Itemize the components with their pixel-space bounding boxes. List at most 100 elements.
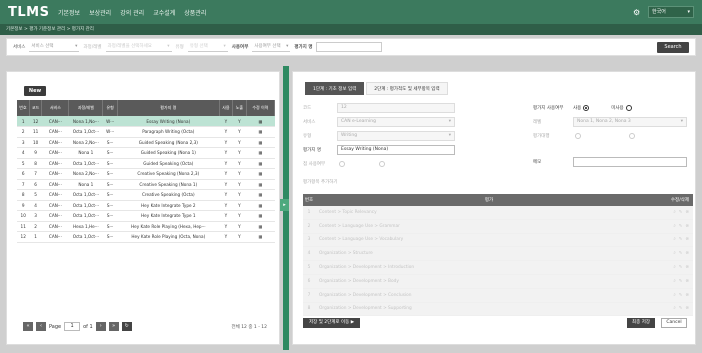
table-row[interactable]: 1 12 CAN··· Nona 1,No··· W··· Essay Writing (… (17, 116, 275, 127)
area-row: 6 Organization > Development > Body ⌕ ✎ ⊗ (303, 274, 693, 289)
table-cell: 2 (17, 126, 30, 138)
tab-basic-info[interactable]: 1단계 : 기초 정보 입력 (305, 82, 365, 95)
history-icon[interactable]: ▦ (246, 168, 275, 180)
table-cell: 10 (17, 210, 30, 222)
area-name: Organization > Development > Conclusion (319, 292, 412, 298)
table-row[interactable]: 2 11 CAN··· Octa 1,Oct··· W··· Paragraph Writ… (17, 126, 275, 138)
menu-item-basic-info[interactable]: 기본정보 (58, 8, 80, 17)
use-radio-yes[interactable] (583, 105, 590, 111)
column-header[interactable]: 노출 (232, 100, 247, 116)
top-menu: 기본정보 보상관리 강의 관리 교수설계 상품관리 (58, 8, 206, 17)
new-button[interactable]: New (24, 86, 46, 96)
table-cell: W··· (102, 116, 118, 127)
gear-icon[interactable]: ⚙ (633, 8, 642, 17)
next-page-button[interactable]: › (95, 322, 106, 331)
use-radio-no[interactable] (625, 105, 632, 111)
history-icon[interactable]: ▦ (246, 231, 275, 243)
menu-item-course[interactable]: 강의 관리 (120, 8, 144, 17)
menu-item-product[interactable]: 상품관리 (184, 8, 206, 17)
type-select[interactable]: 유형 선택 ▾ (187, 42, 228, 52)
name-search-input[interactable] (316, 42, 383, 52)
area-row: 5 Organization > Development > Introducti… (303, 261, 693, 275)
save-next-button[interactable]: 저장 및 2단계로 이동 ▶ (303, 318, 361, 328)
memo-input[interactable] (573, 157, 687, 167)
evaluation-areas-table: 번호 평가 수정/삭제 1 Content > Topic Relevancy ⌕ ✎… (303, 194, 693, 317)
expand-arrow-icon[interactable]: ▸ (280, 199, 289, 211)
area-number: 5 (307, 265, 311, 271)
table-cell: Y (232, 231, 247, 243)
table-cell: Y (219, 137, 233, 148)
column-header[interactable]: 서비스 (41, 100, 70, 116)
level-label: 과정/레벨 (83, 45, 102, 50)
area-row: 4 Organization > Structure ⌕ ✎ ⊗ (303, 247, 693, 262)
use-select[interactable]: 사용여부 선택 ▾ (252, 42, 291, 52)
table-row[interactable]: 12 1 CAN··· Octa 1,Oct··· S··· Hey Kate Role … (17, 231, 275, 243)
prev-page-button[interactable]: ‹ (36, 322, 46, 331)
table-row[interactable]: 9 4 CAN··· Octa 1,Oct··· S··· Hey Kate Integr… (17, 200, 275, 211)
table-cell: Y (232, 221, 247, 232)
table-cell: 4 (17, 147, 30, 159)
history-icon[interactable]: ▦ (246, 189, 275, 201)
column-header[interactable]: 코드 (29, 100, 43, 116)
first-page-button[interactable]: « (23, 322, 33, 331)
history-icon[interactable]: ▦ (246, 221, 275, 232)
column-header[interactable]: 수정 이력 (246, 100, 276, 116)
app-logo[interactable]: TLMS (8, 5, 58, 20)
table-cell: S··· (102, 168, 118, 180)
level-select[interactable]: 과정/레벨을 선택하세요 ▾ (105, 42, 172, 52)
table-row[interactable]: 3 10 CAN··· Nona 2,No··· S··· Guided Speaking… (17, 137, 275, 148)
table-row[interactable]: 6 7 CAN··· Nona 2,No··· S··· Creative Speakin… (17, 168, 275, 180)
column-header[interactable]: 과정/레벨 (68, 100, 104, 116)
area-number: 7 (307, 292, 311, 298)
table-row[interactable]: 7 6 CAN··· Nona 1 S··· Creative Speaking (Non… (17, 179, 275, 190)
table-cell: Creative Speaking (Nona 2,3) (117, 168, 220, 180)
table-row[interactable]: 4 9 CAN··· Nona 1 S··· Guided Speaking (Nona … (17, 147, 275, 159)
table-cell: Guided Speaking (Nona 2,3) (117, 137, 220, 148)
level-field: Nona 1, Nona 2, Nona 3 ▾ (573, 117, 687, 127)
table-row[interactable]: 5 8 CAN··· Octa 1,Oct··· S··· Guided Speaking… (17, 158, 275, 169)
page-input[interactable]: 1 (64, 322, 81, 331)
column-header[interactable]: 평가지 명 (117, 100, 220, 116)
cancel-button[interactable]: Cancel (661, 318, 687, 328)
delete-icon: ⊗ (685, 292, 689, 298)
use-label: 사용여부 (231, 45, 249, 50)
menu-item-reward[interactable]: 보상관리 (89, 8, 111, 17)
history-icon[interactable]: ▦ (246, 126, 275, 138)
column-header[interactable]: 번호 (17, 100, 30, 116)
final-save-button[interactable]: 최종 저장 (627, 318, 655, 328)
column-header[interactable]: 유형 (102, 100, 118, 116)
service-select[interactable]: 서비스 선택 ▾ (29, 42, 80, 52)
table-cell: Y (232, 137, 247, 148)
tab-scale-details[interactable]: 2단계 : 평가척도 및 세부항목 입력 (366, 82, 448, 95)
table-row[interactable]: 8 5 CAN··· Octa 1,Oct··· S··· Creative Speaki… (17, 189, 275, 201)
refresh-icon[interactable]: ↻ (121, 322, 132, 331)
table-cell: Octa 1,Oct··· (68, 200, 103, 211)
area-actions: ⌕ ✎ ⊗ (663, 265, 693, 270)
table-row[interactable]: 10 3 CAN··· Octa 1,Oct··· S··· Hey Kate Integ… (17, 210, 275, 222)
column-header[interactable]: 사용 (219, 100, 234, 116)
name-field[interactable]: Essay Writing (Nona) (337, 145, 455, 155)
code-row: 코드 12 (303, 102, 455, 114)
expose-label: 평가대행 (533, 134, 550, 139)
chevron-down-icon: ▾ (448, 133, 451, 138)
history-icon[interactable]: ▦ (246, 158, 275, 169)
table-cell: CAN··· (41, 179, 69, 190)
table-cell: Y (219, 189, 233, 201)
language-select[interactable]: 한국어 ▾ (648, 6, 694, 18)
history-icon[interactable]: ▦ (246, 200, 275, 211)
memo-row: 메모 (533, 156, 687, 168)
chevron-down-icon: ▾ (167, 44, 170, 49)
table-cell: CAN··· (41, 200, 69, 211)
table-cell: Y (232, 168, 247, 180)
history-icon[interactable]: ▦ (246, 147, 275, 159)
history-icon[interactable]: ▦ (246, 179, 275, 190)
table-row[interactable]: 11 2 CAN··· Hexa 1,He··· S··· Hey Kate Role P… (17, 221, 275, 232)
table-cell: Y (219, 231, 233, 243)
search-button[interactable]: Search (657, 41, 689, 53)
history-icon[interactable]: ▦ (246, 116, 275, 127)
menu-item-instructional-design[interactable]: 교수설계 (153, 8, 175, 17)
last-page-button[interactable]: » (108, 322, 119, 331)
history-icon[interactable]: ▦ (246, 137, 275, 148)
chevron-down-icon: ▾ (75, 44, 78, 49)
history-icon[interactable]: ▦ (246, 210, 275, 222)
